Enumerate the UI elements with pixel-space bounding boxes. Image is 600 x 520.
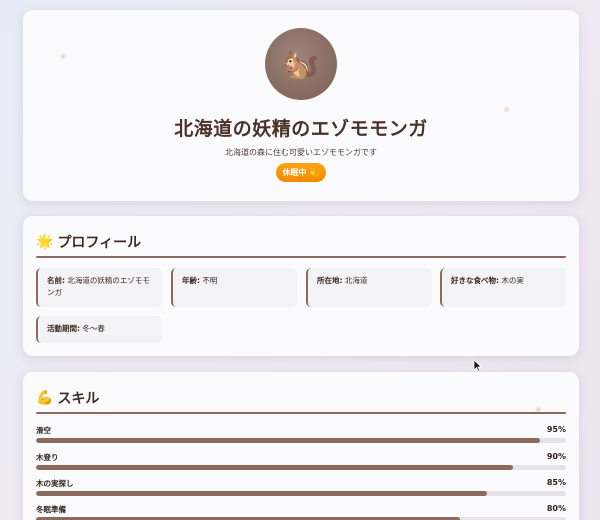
- mouse-cursor-icon: [473, 359, 482, 372]
- skill-name: 木登り: [36, 453, 59, 462]
- info-value: 木の実: [501, 276, 524, 285]
- skill-bar-fill: [36, 491, 487, 496]
- section-divider: [36, 256, 566, 258]
- skill-bar: [36, 491, 566, 496]
- info-value: 冬〜春: [82, 324, 105, 333]
- snowflake-icon: ❀: [503, 105, 510, 114]
- skill-percent: 80%: [546, 504, 566, 513]
- info-label: 年齢:: [182, 276, 200, 285]
- info-label: 好きな食べ物:: [451, 276, 499, 285]
- profile-heading: 🌟 プロフィール: [36, 232, 141, 252]
- snowflake-icon: ❀: [60, 52, 67, 61]
- skill-bar-fill: [36, 465, 513, 470]
- page: ❀ ❀ 🐿️ 北海道の妖精のエゾモモンガ 北海道の森に住む可愛いエゾモモンガです…: [0, 0, 600, 520]
- status-label: 休眠中: [282, 168, 307, 177]
- skill-bar-fill: [36, 438, 540, 443]
- profile-title: プロフィール: [57, 235, 142, 251]
- page-title: 北海道の妖精のエゾモモンガ: [174, 118, 428, 140]
- profile-item-food: 好きな食べ物: 木の実: [440, 268, 566, 307]
- skills-title: スキル: [57, 391, 100, 407]
- skill-percent: 95%: [546, 425, 566, 434]
- avatar: 🐿️: [265, 28, 337, 100]
- skill-percent: 90%: [546, 452, 566, 461]
- skill-name: 木の実探し: [36, 479, 74, 488]
- profile-item-active-period: 活動期間: 冬〜春: [36, 316, 162, 343]
- skill-bar: [36, 465, 566, 470]
- hero-card: ❀ ❀ 🐿️ 北海道の妖精のエゾモモンガ 北海道の森に住む可愛いエゾモモンガです…: [23, 10, 579, 201]
- profile-item-name: 名前: 北海道の妖精のエゾモモンガ: [36, 268, 162, 307]
- page-subtitle: 北海道の森に住む可愛いエゾモモンガです: [225, 148, 377, 157]
- info-label: 所在地:: [317, 276, 343, 285]
- skills-heading: 💪 スキル: [36, 388, 99, 408]
- info-label: 活動期間:: [47, 324, 80, 333]
- skill-name: 滑空: [36, 426, 51, 435]
- squirrel-icon: 🐿️: [282, 46, 320, 82]
- profile-card: 🌟 プロフィール 名前: 北海道の妖精のエゾモモンガ 年齢: 不明 所在地: 北…: [23, 216, 579, 356]
- info-label: 名前:: [47, 276, 65, 285]
- section-divider: [36, 412, 566, 414]
- status-badge[interactable]: 休眠中 💫: [276, 163, 326, 182]
- skill-percent: 85%: [546, 478, 566, 487]
- skills-card: ❀ 💪 スキル 滑空 95% 木登り 90% 木の実探し 85% 冬眠準備 80…: [23, 372, 579, 520]
- info-value: 不明: [202, 276, 218, 285]
- profile-item-age: 年齢: 不明: [171, 268, 297, 307]
- star-icon: 🌟: [36, 234, 54, 250]
- sparkle-icon: 💫: [309, 168, 320, 177]
- skill-bar: [36, 438, 566, 443]
- muscle-icon: 💪: [36, 390, 54, 406]
- profile-item-location: 所在地: 北海道: [306, 268, 432, 307]
- skill-name: 冬眠準備: [36, 505, 66, 514]
- info-value: 北海道: [344, 276, 368, 285]
